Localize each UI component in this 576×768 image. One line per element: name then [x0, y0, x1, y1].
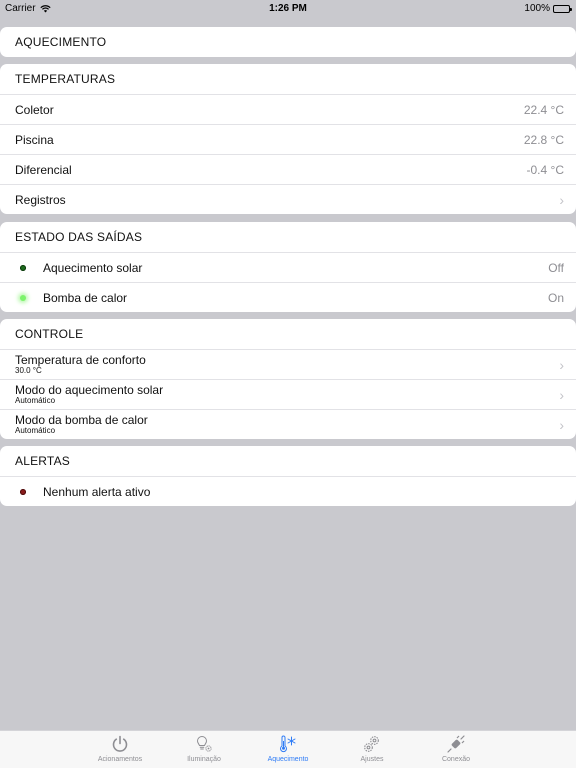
saida-label-wrap: Bomba de calor — [15, 291, 127, 305]
battery-icon — [553, 4, 572, 13]
tab-aquecimento[interactable]: Aquecimento — [261, 734, 315, 768]
battery-percent: 100% — [524, 3, 550, 14]
temperaturas-header: TEMPERATURAS — [15, 72, 116, 86]
saida-label: Bomba de calor — [43, 290, 128, 305]
controle-row-modo-solar[interactable]: Modo do aquecimento solar Automático › — [0, 379, 576, 409]
tab-label: Conexão — [441, 756, 471, 763]
power-icon — [112, 735, 128, 752]
temperaturas-card: TEMPERATURAS Coletor 22.4 °C Piscina 22.… — [0, 64, 576, 214]
saidas-header: ESTADO DAS SAÍDAS — [15, 230, 143, 244]
temp-label: Piscina — [15, 132, 54, 147]
temp-row-piscina: Piscina 22.8 °C — [0, 124, 576, 154]
tab-label: Iluminação — [187, 756, 221, 763]
registros-row[interactable]: Registros › — [0, 184, 576, 214]
tab-label: Aquecimento — [267, 756, 309, 763]
plug-icon — [447, 735, 465, 753]
alertas-header: ALERTAS — [15, 454, 70, 468]
controle-sub: 30.0 °C — [15, 366, 42, 376]
saida-row-bomba-de-calor: Bomba de calor On — [0, 282, 576, 312]
tab-conexao[interactable]: Conexão — [429, 734, 483, 768]
chevron-right-icon: › — [559, 356, 564, 373]
chevron-right-icon: › — [559, 386, 564, 403]
tab-bar: Acionamentos Iluminação Aquecimento Ajus… — [0, 730, 576, 768]
controle-label: Modo do aquecimento solar — [15, 382, 164, 397]
saida-row-aquecimento-solar: Aquecimento solar Off — [0, 252, 576, 282]
controle-sub: Automático — [15, 396, 56, 406]
controle-lines: Modo da bomba de calor Automático — [15, 412, 148, 436]
saidas-card: ESTADO DAS SAÍDAS Aquecimento solar Off … — [0, 222, 576, 312]
alertas-card: ALERTAS Nenhum alerta ativo — [0, 446, 576, 506]
saida-value: Off — [548, 260, 564, 275]
alerta-message: Nenhum alerta ativo — [43, 484, 151, 499]
tab-acionamentos[interactable]: Acionamentos — [93, 734, 147, 768]
status-right: 100% — [524, 3, 572, 14]
temp-row-coletor: Coletor 22.4 °C — [0, 94, 576, 124]
saida-value: On — [547, 290, 564, 305]
controle-label: Modo da bomba de calor — [15, 412, 148, 427]
tab-iluminacao[interactable]: Iluminação — [177, 734, 231, 768]
controle-lines: Temperatura de conforto 30.0 °C — [15, 352, 146, 376]
alerta-row: Nenhum alerta ativo — [0, 476, 576, 506]
aquecimento-card: AQUECIMENTO — [0, 27, 576, 57]
temp-value: -0.4 °C — [526, 162, 564, 177]
alerta-label-wrap: Nenhum alerta ativo — [15, 485, 150, 499]
controle-card: CONTROLE Temperatura de conforto 30.0 °C… — [0, 319, 576, 439]
registros-label: Registros — [15, 192, 66, 207]
controle-header: CONTROLE — [15, 327, 84, 341]
saida-label: Aquecimento solar — [43, 260, 143, 275]
chevron-right-icon: › — [559, 191, 564, 208]
temp-value: 22.4 °C — [523, 102, 564, 117]
tab-label: Ajustes — [360, 756, 384, 763]
chevron-right-icon: › — [559, 416, 564, 433]
controle-lines: Modo do aquecimento solar Automático — [15, 382, 164, 406]
temp-value: 22.8 °C — [523, 132, 564, 147]
led-alert-icon — [20, 488, 26, 495]
status-time: 1:26 PM — [269, 3, 307, 14]
controle-row-modo-bomba[interactable]: Modo da bomba de calor Automático › — [0, 409, 576, 439]
controle-row-temperatura-conforto[interactable]: Temperatura de conforto 30.0 °C › — [0, 349, 576, 379]
temp-label: Diferencial — [15, 162, 72, 177]
bulb-gear-icon — [196, 735, 212, 752]
thermometer-snow-icon — [280, 735, 296, 753]
led-off-icon — [20, 264, 26, 271]
controle-sub: Automático — [15, 426, 56, 436]
controle-label: Temperatura de conforto — [15, 352, 146, 367]
gears-icon — [364, 736, 379, 752]
saida-label-wrap: Aquecimento solar — [15, 261, 142, 275]
temp-row-diferencial: Diferencial -0.4 °C — [0, 154, 576, 184]
tab-ajustes[interactable]: Ajustes — [345, 734, 399, 768]
status-bar: Carrier 1:26 PM 100% — [0, 0, 576, 18]
led-on-icon — [20, 294, 26, 301]
temp-label: Coletor — [15, 102, 54, 117]
aquecimento-title: AQUECIMENTO — [15, 35, 107, 49]
tab-label: Acionamentos — [97, 756, 143, 763]
